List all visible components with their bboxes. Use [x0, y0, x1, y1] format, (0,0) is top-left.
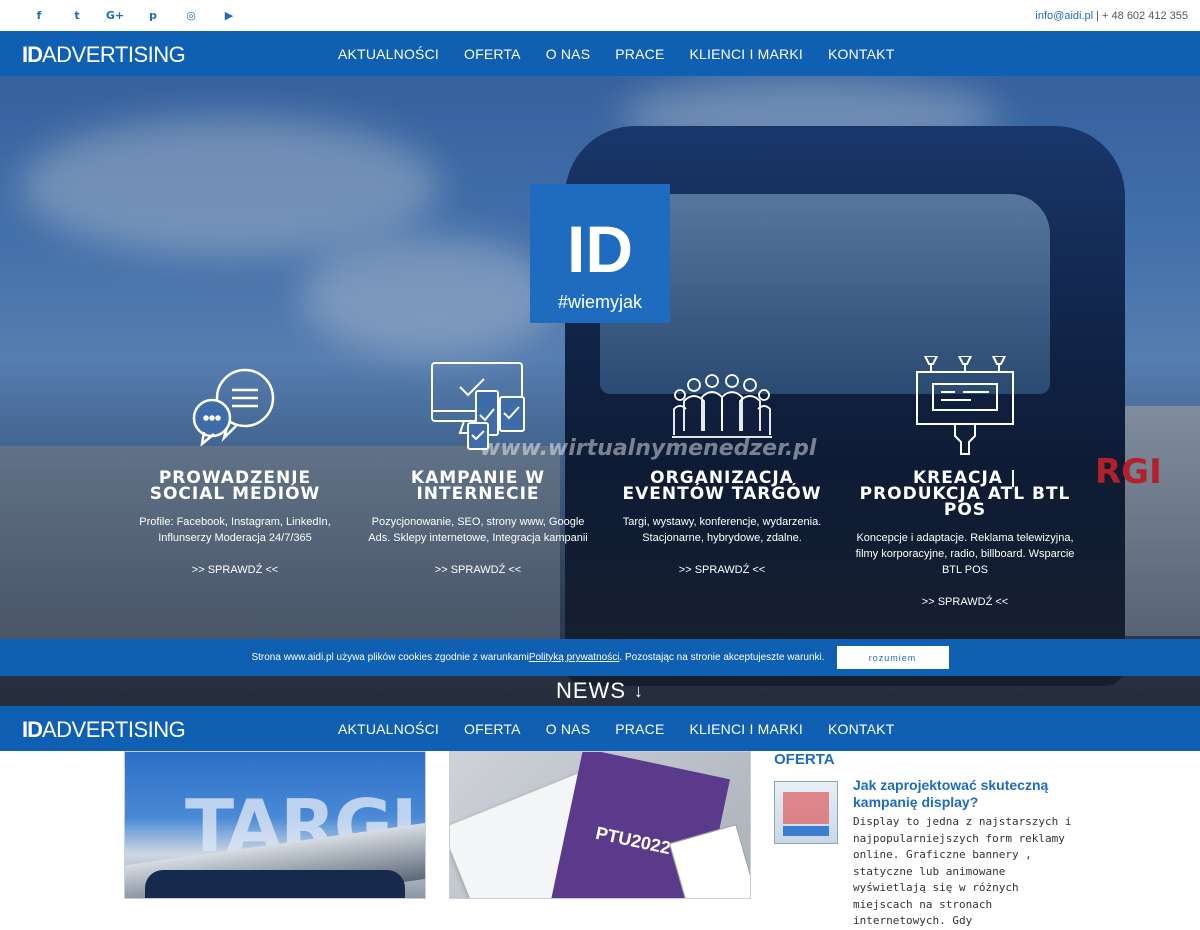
logo-rest: ADVERTISING: [42, 42, 186, 67]
nav-item-prace[interactable]: PRACE: [615, 46, 664, 62]
article-excerpt: Display to jedna z najstarszych i najpop…: [853, 815, 1072, 927]
service-more-link[interactable]: >> SPRAWDŹ <<: [850, 596, 1080, 608]
news-card-ptu[interactable]: PTU2022: [449, 751, 751, 899]
service-description: Targi, wystawy, konferencje, wydarzenia.…: [622, 516, 822, 544]
service-internet-campaigns[interactable]: KAMPANIE W INTERNECIE Pozycjonowanie, SE…: [363, 356, 593, 576]
google-plus-icon[interactable]: G+: [96, 0, 134, 31]
article-thumbnail[interactable]: [774, 781, 838, 844]
cookie-text-before: Strona www.aidi.pl używa plików cookies …: [251, 652, 529, 663]
cookie-banner: Strona www.aidi.pl używa plików cookies …: [0, 639, 1200, 676]
nav-item-o-nas[interactable]: O NAS: [546, 721, 591, 737]
phone-text: | + 48 602 412 355: [1093, 9, 1188, 22]
sidebar-heading[interactable]: OFERTA: [774, 751, 1074, 768]
top-bar: f t G+ p ◎ ▶ info@aidi.pl | + 48 602 412…: [0, 0, 1200, 31]
youtube-icon[interactable]: ▶: [210, 0, 248, 31]
contact-info: info@aidi.pl | + 48 602 412 355: [1035, 10, 1188, 22]
service-description: Profile: Facebook, Instagram, LinkedIn, …: [139, 516, 331, 544]
news-card-targi[interactable]: TARGI: [124, 751, 426, 899]
instagram-icon[interactable]: ◎: [172, 0, 210, 31]
service-more-link[interactable]: >> SPRAWDŹ <<: [363, 564, 593, 576]
privacy-policy-link[interactable]: Polityką prywatności: [529, 652, 620, 663]
service-social-media[interactable]: PROWADZENIE SOCIAL MEDIÓW Profile: Faceb…: [120, 356, 350, 576]
article-title[interactable]: Jak zaprojektować skuteczną kampanię dis…: [853, 777, 1073, 811]
arrow-down-icon: ↓: [634, 680, 644, 701]
logo-bold: ID: [22, 42, 43, 67]
service-title: PROWADZENIE SOCIAL MEDIÓW: [149, 468, 321, 504]
nav-item-o-nas[interactable]: O NAS: [546, 46, 591, 62]
service-description: Pozycjonowanie, SEO, strony www, Google …: [368, 516, 588, 544]
site-logo[interactable]: IDADVERTISING: [22, 717, 186, 743]
service-title: KREACJA | PRODUKCJA ATL BTL POS: [859, 468, 1071, 520]
nav-item-kontakt[interactable]: KONTAKT: [828, 46, 894, 62]
id-badge-big: ID: [567, 212, 633, 286]
service-title: ORGANIZACJA EVENTÓW TARGÓW: [622, 468, 822, 504]
sticky-nav: IDADVERTISING AKTUALNOŚCI OFERTA O NAS P…: [0, 706, 1200, 751]
service-title: KAMPANIE W INTERNECIE: [410, 468, 546, 504]
email-link[interactable]: info@aidi.pl: [1035, 10, 1093, 22]
nav-item-oferta[interactable]: OFERTA: [464, 46, 521, 62]
logo-rest: ADVERTISING: [42, 717, 186, 742]
service-more-link[interactable]: >> SPRAWDŹ <<: [120, 564, 350, 576]
billboard-icon: [850, 356, 1080, 456]
facebook-icon[interactable]: f: [20, 0, 58, 31]
people-group-icon: [607, 356, 837, 456]
card-image-text: PTU2022: [593, 822, 673, 859]
news-heading[interactable]: NEWS ↓: [0, 676, 1200, 706]
pinterest-icon[interactable]: p: [134, 0, 172, 31]
id-badge: ID #wiemyjak: [530, 184, 670, 323]
service-events[interactable]: ORGANIZACJA EVENTÓW TARGÓW Targi, wystaw…: [607, 356, 837, 576]
nav-item-oferta[interactable]: OFERTA: [464, 721, 521, 737]
service-creation[interactable]: KREACJA | PRODUKCJA ATL BTL POS Koncepcj…: [850, 356, 1080, 608]
cookie-text-after: . Pozostając na stronie akceptujeszte wa…: [619, 652, 825, 663]
hero-banner: RGI ID #wiemyjak www.wirtualnymenedzer.p…: [0, 76, 1200, 706]
nav-item-prace[interactable]: PRACE: [615, 721, 664, 737]
main-nav: IDADVERTISING AKTUALNOŚCI OFERTA O NAS P…: [0, 31, 1200, 76]
logo-bold: ID: [22, 717, 43, 742]
nav-item-klienci[interactable]: KLIENCI I MARKI: [690, 46, 803, 62]
cookie-accept-button[interactable]: rozumiem: [836, 646, 949, 669]
chat-bubbles-icon: [120, 356, 350, 456]
nav-item-aktualnosci[interactable]: AKTUALNOŚCI: [338, 46, 439, 62]
nav-item-klienci[interactable]: KLIENCI I MARKI: [690, 721, 803, 737]
offer-sidebar: OFERTA Jak zaprojektować skuteczną kampa…: [774, 751, 1074, 927]
twitter-icon[interactable]: t: [58, 0, 96, 31]
nav-menu: AKTUALNOŚCI OFERTA O NAS PRACE KLIENCI I…: [338, 31, 919, 76]
devices-icon: [363, 356, 593, 456]
nav-menu: AKTUALNOŚCI OFERTA O NAS PRACE KLIENCI I…: [338, 706, 919, 751]
site-logo[interactable]: IDADVERTISING: [22, 42, 186, 68]
service-description: Koncepcje i adaptacje. Reklama telewizyj…: [855, 532, 1075, 576]
id-badge-hashtag: #wiemyjak: [557, 292, 643, 312]
news-label: NEWS: [556, 678, 626, 703]
social-links: f t G+ p ◎ ▶: [20, 0, 248, 31]
card-image-bus: [145, 870, 405, 898]
service-more-link[interactable]: >> SPRAWDŹ <<: [607, 564, 837, 576]
nav-item-aktualnosci[interactable]: AKTUALNOŚCI: [338, 721, 439, 737]
nav-item-kontakt[interactable]: KONTAKT: [828, 721, 894, 737]
